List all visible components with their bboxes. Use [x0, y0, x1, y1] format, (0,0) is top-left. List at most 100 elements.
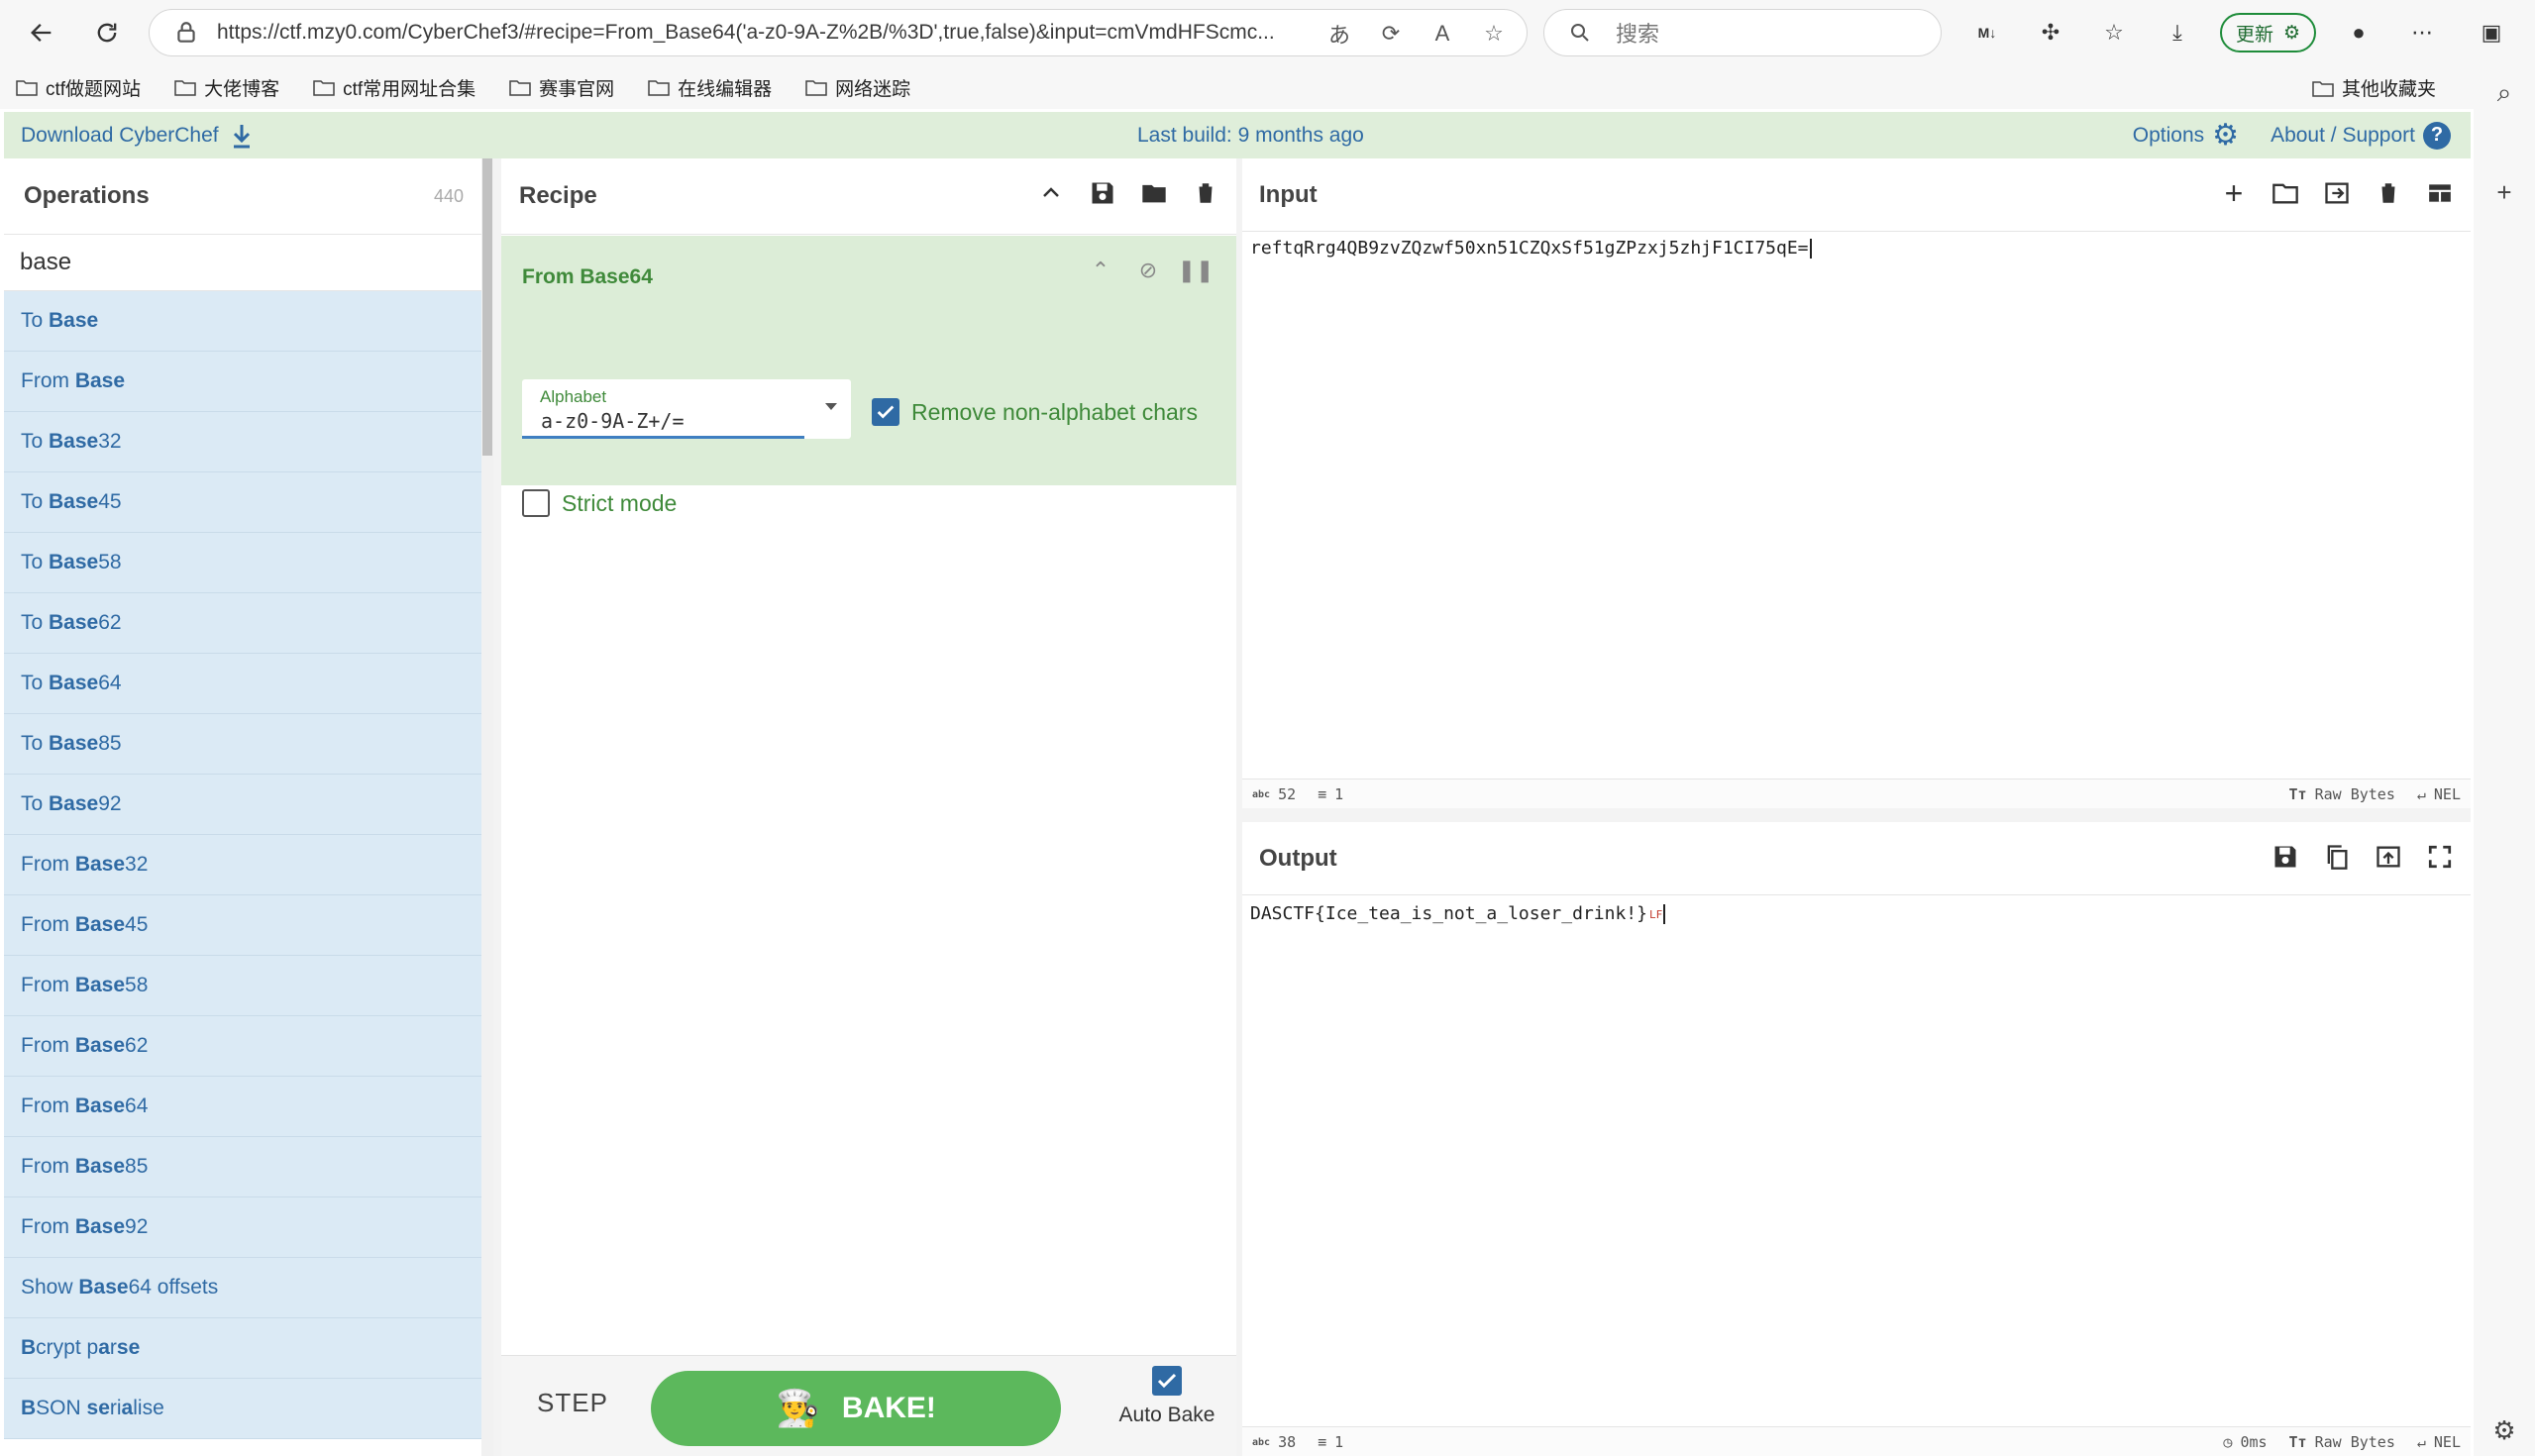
download-cyberchef-link[interactable]: Download CyberChef — [21, 123, 253, 149]
bookmark-folder[interactable]: 赛事官网 — [509, 74, 614, 101]
bookmark-folder[interactable]: ctf常用网址合集 — [313, 74, 475, 101]
step-button[interactable]: STEP — [537, 1388, 608, 1418]
translate-icon[interactable]: あ — [1324, 19, 1354, 49]
output-encoding-button[interactable]: Tт Raw Bytes — [2289, 1433, 2395, 1451]
collapse-operation-icon[interactable]: ⌃ — [1088, 258, 1113, 283]
more-menu-icon[interactable]: ⋯ — [2401, 12, 2443, 53]
panel-divider[interactable] — [493, 158, 501, 1456]
reset-layout-icon[interactable] — [2425, 178, 2455, 208]
breakpoint-pause-icon[interactable]: ❚❚ — [1178, 258, 1215, 283]
search-box[interactable]: 搜索 — [1543, 9, 1942, 56]
operation-list-item[interactable]: To Base 92 — [4, 775, 481, 835]
operation-list-item[interactable]: To Base 62 — [4, 593, 481, 654]
bake-label: BAKE! — [841, 1392, 936, 1424]
operation-list-item[interactable]: To Base 85 — [4, 714, 481, 775]
bookmark-folder[interactable]: 网络迷踪 — [805, 74, 910, 101]
operation-label-part: From — [21, 853, 75, 876]
side-settings-icon[interactable]: ⚙ — [2490, 1415, 2518, 1445]
output-panel: Output DASCTF{Ice_tea_is_not_a_loser_dri… — [1242, 822, 2471, 1456]
maximise-output-icon[interactable] — [2425, 842, 2455, 872]
bookmark-folder[interactable]: ctf做题网站 — [16, 74, 141, 101]
operation-list-item[interactable]: From Base 62 — [4, 1016, 481, 1077]
disable-operation-icon[interactable]: ⊘ — [1135, 258, 1161, 283]
input-encoding-button[interactable]: Tт Raw Bytes — [2289, 785, 2395, 803]
input-textarea[interactable]: reftqRrg4QB9zvZQzwf50xn51CZQxSf51gZPzxj5… — [1250, 238, 1812, 259]
download-icon — [233, 124, 250, 148]
io-divider[interactable] — [1242, 808, 2471, 822]
extensions-puzzle-icon[interactable]: ✣ — [2030, 12, 2071, 53]
operation-label-part: From — [21, 1215, 75, 1238]
collapse-all-icon[interactable] — [1036, 178, 1066, 208]
folder-icon — [648, 80, 670, 96]
refresh-extension-icon[interactable]: ⟳ — [1376, 19, 1406, 49]
sidebar-toggle-icon[interactable]: ▣ — [2471, 12, 2512, 53]
operation-list-item[interactable]: To Base 45 — [4, 472, 481, 533]
operation-list-item[interactable]: From Base 92 — [4, 1197, 481, 1258]
auto-bake-checkbox[interactable]: Auto Bake — [1108, 1366, 1226, 1427]
operation-label-part: From — [21, 974, 75, 996]
about-support-link[interactable]: About / Support ? — [2271, 121, 2451, 150]
read-aloud-icon[interactable]: A — [1427, 19, 1457, 49]
operation-label-part: To — [21, 430, 50, 453]
bookmark-folder[interactable]: 大佬博客 — [174, 74, 279, 101]
reload-button[interactable] — [82, 8, 132, 57]
checkbox-checked-icon[interactable] — [1152, 1366, 1182, 1396]
operation-list-item[interactable]: From Base 32 — [4, 835, 481, 895]
strict-mode-checkbox[interactable]: Strict mode — [522, 489, 677, 517]
operation-list-item[interactable]: From Base 85 — [4, 1137, 481, 1197]
downloads-icon[interactable]: ⤓ — [2157, 12, 2198, 53]
operation-list-item[interactable]: From Base 64 — [4, 1077, 481, 1137]
address-bar[interactable]: https://ctf.mzy0.com/CyberChef3/#recipe=… — [149, 9, 1528, 56]
operation-list-item[interactable]: To Base 32 — [4, 412, 481, 472]
open-file-icon[interactable] — [2322, 178, 2352, 208]
alphabet-select[interactable]: Alphabet a-z0-9A-Z+/= — [522, 379, 851, 439]
operation-list-item[interactable]: B SON se ri a lise — [4, 1379, 481, 1439]
operations-scrollbar[interactable] — [481, 158, 493, 1456]
operation-label-part: From — [21, 369, 75, 392]
operations-list: To Base From Base To Base 32 To Base 45 To Bas… — [4, 291, 481, 1439]
favorite-star-icon[interactable]: ☆ — [1479, 19, 1509, 49]
side-search-icon[interactable]: ⌕ — [2490, 77, 2518, 107]
output-eol-button[interactable]: ↵ NEL — [2417, 1433, 2461, 1451]
operation-list-item[interactable]: To Base 64 — [4, 654, 481, 714]
folder-icon — [16, 80, 38, 96]
clear-recipe-icon[interactable] — [1191, 178, 1220, 208]
copy-output-icon[interactable] — [2322, 842, 2352, 872]
folder-icon — [174, 80, 196, 96]
load-recipe-icon[interactable] — [1139, 178, 1169, 208]
operation-list-item[interactable]: From Base — [4, 352, 481, 412]
open-folder-icon[interactable] — [2271, 178, 2300, 208]
other-bookmarks-folder[interactable]: 其他收藏夹 — [2312, 74, 2436, 101]
favorites-icon[interactable]: ☆ — [2093, 12, 2135, 53]
operation-label-part: 64 — [98, 672, 122, 694]
replace-input-icon[interactable] — [2374, 842, 2403, 872]
chevron-down-icon[interactable] — [825, 403, 837, 410]
operation-list-item[interactable]: Show Base 64 offsets — [4, 1258, 481, 1318]
options-link[interactable]: Options ⚙ — [2133, 118, 2239, 153]
input-eol-button[interactable]: ↵ NEL — [2417, 785, 2461, 803]
bake-button[interactable]: 👨‍🍳 BAKE! — [651, 1371, 1061, 1446]
update-button[interactable]: 更新 ⚙ — [2220, 13, 2317, 52]
clear-input-icon[interactable] — [2374, 178, 2403, 208]
operation-list-item[interactable]: Bcrypt p a r se — [4, 1318, 481, 1379]
remove-non-alphabet-checkbox[interactable]: Remove non-alphabet chars — [872, 398, 1198, 426]
operations-search-input[interactable]: base — [4, 235, 481, 291]
profile-icon[interactable]: ● — [2338, 12, 2379, 53]
input-lines: ≡ 1 — [1318, 785, 1344, 803]
checkbox-unchecked-icon[interactable] — [522, 489, 550, 517]
chef-icon: 👨‍🍳 — [776, 1388, 820, 1428]
output-textarea[interactable]: DASCTF{Ice_tea_is_not_a_loser_drink!} LF — [1250, 903, 1666, 924]
operation-list-item[interactable]: From Base 45 — [4, 895, 481, 956]
operation-list-item[interactable]: To Base 58 — [4, 533, 481, 593]
bookmark-folder[interactable]: 在线编辑器 — [648, 74, 772, 101]
operation-list-item[interactable]: To Base — [4, 291, 481, 352]
add-tab-icon[interactable]: + — [2219, 175, 2249, 211]
extension-md-icon[interactable]: M↓ — [1966, 12, 2008, 53]
side-add-icon[interactable]: + — [2490, 177, 2518, 207]
operation-list-item[interactable]: From Base 58 — [4, 956, 481, 1016]
save-recipe-icon[interactable] — [1088, 178, 1117, 208]
back-button[interactable] — [17, 8, 66, 57]
save-output-icon[interactable] — [2271, 842, 2300, 872]
checkbox-checked-icon[interactable] — [872, 398, 899, 426]
scrollbar-thumb[interactable] — [482, 158, 492, 456]
